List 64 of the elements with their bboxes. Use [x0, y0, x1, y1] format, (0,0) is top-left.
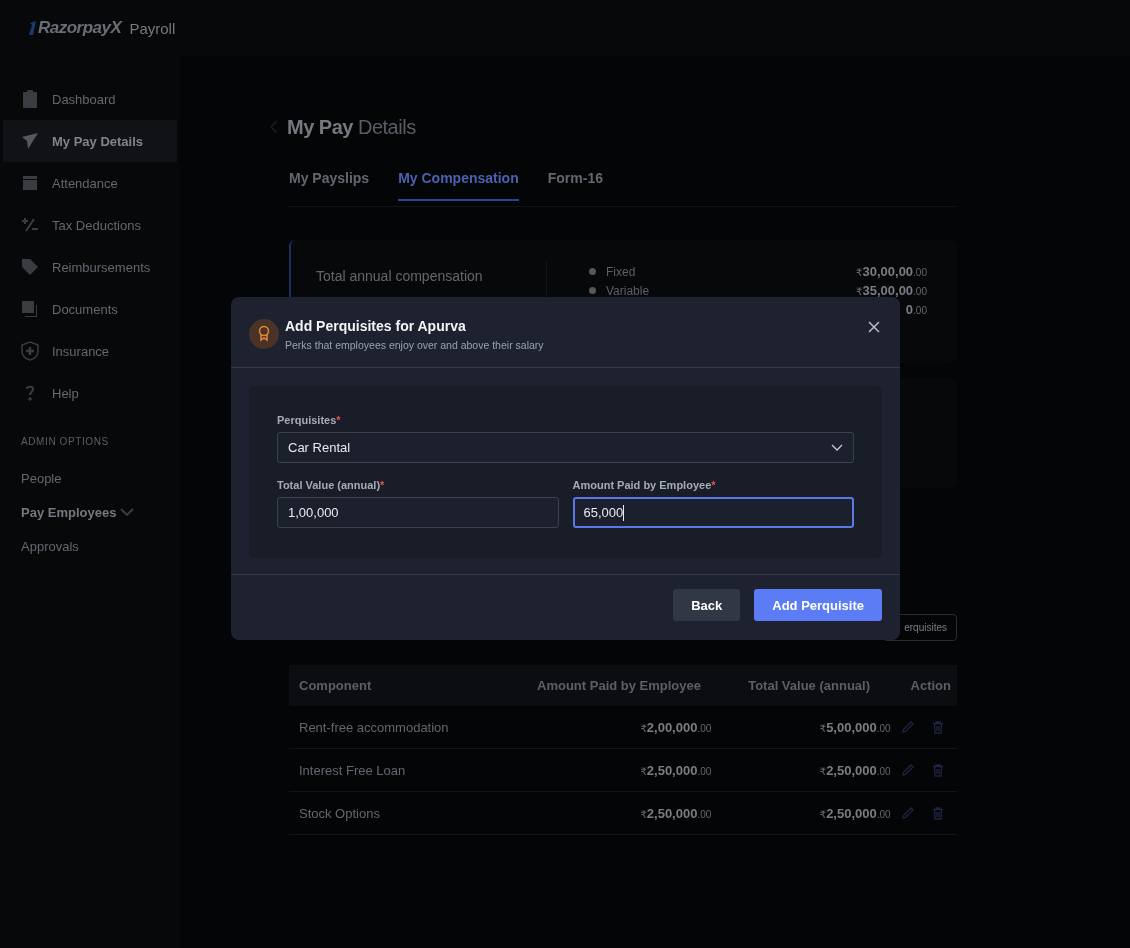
page-title: My Pay Details [287, 115, 416, 139]
sidebar-item[interactable]: Insurance [3, 330, 177, 372]
add-button[interactable]: Add Perquisite [754, 589, 882, 621]
section-heading: ADMIN OPTIONS [21, 436, 110, 447]
back-button[interactable]: Back [673, 589, 741, 621]
chevron-down-icon [831, 444, 843, 451]
bullet-dot [589, 287, 596, 294]
clipboard-icon [20, 89, 40, 109]
logo-mark-icon [26, 21, 36, 35]
sidebar-item[interactable]: Dashboard [3, 78, 177, 120]
summary-amount: 0.00 [905, 302, 927, 317]
sidebar-item[interactable]: Attendance [3, 162, 177, 204]
tab[interactable]: Form-16 [547, 166, 603, 201]
delete-icon[interactable] [931, 806, 945, 820]
table-cell-text: Rent-free accommodation [299, 719, 450, 735]
logo-text: RazorpayX [38, 18, 122, 38]
sidebar-item[interactable]: My Pay Details [3, 120, 177, 162]
column-header: Action [910, 678, 951, 693]
sidebar-item[interactable]: Documents [3, 288, 177, 330]
table-cell-text: Interest Free Loan [299, 762, 407, 778]
table-cell-text: ₹2,00,000.00 [639, 719, 712, 735]
tab[interactable]: My Payslips [289, 166, 370, 201]
sidebar-item[interactable]: Reimbursements [3, 246, 177, 288]
sidebar-item[interactable]: People [0, 461, 180, 495]
table-cell-text: ₹2,50,000.00 [639, 762, 712, 778]
table-cell-text: Stock Options [299, 805, 381, 821]
table-cell-text: ₹2,50,000.00 [818, 762, 891, 778]
shield-icon [20, 341, 40, 361]
dialog-subtitle: Perks that employees enjoy over and above their salary [285, 339, 545, 351]
product-name: Payroll [129, 19, 176, 37]
table-cell-text: ₹5,00,000.00 [818, 719, 891, 735]
perquisite-dropdown[interactable]: Car Rental [277, 432, 854, 463]
summary-amount: ₹30,00,00.00 [856, 264, 927, 279]
bullet-dot [589, 268, 596, 275]
column-header: Component [299, 678, 373, 693]
input-field[interactable]: 1,00,000 [277, 497, 559, 528]
input-field[interactable]: 65,000 [572, 497, 854, 528]
chevron-down-icon [120, 508, 135, 516]
sidebar-item[interactable]: Approvals [0, 529, 180, 563]
tab[interactable]: My Compensation [398, 166, 519, 201]
documents-icon [20, 299, 40, 319]
edit-icon[interactable] [901, 806, 915, 820]
calendar-icon [20, 173, 40, 193]
table-cell-text: ₹2,50,000.00 [818, 805, 891, 821]
sidebar-item[interactable]: Help [3, 372, 177, 414]
summary-item-label: Variable [606, 283, 650, 298]
delete-icon[interactable] [931, 763, 945, 777]
field-label: Perquisites* [277, 414, 342, 428]
table-cell-text: ₹2,50,000.00 [639, 805, 712, 821]
close-icon[interactable] [868, 321, 880, 333]
column-header: Total Value (annual) [747, 678, 870, 693]
sidebar-item[interactable]: Tax Deductions [3, 204, 177, 246]
summary-item-label: Fixed [606, 264, 636, 279]
edit-icon[interactable] [901, 763, 915, 777]
column-header: Amount Paid by Employee [536, 678, 701, 693]
summary-amount: ₹35,00,00.00 [856, 283, 927, 298]
delete-icon[interactable] [931, 720, 945, 734]
paper-plane-icon [20, 131, 40, 151]
award-icon [249, 319, 279, 349]
edit-icon[interactable] [901, 720, 915, 734]
field-label: Total Value (annual)* [277, 479, 386, 493]
tag-icon [20, 257, 40, 277]
field-label: Amount Paid by Employee* [572, 479, 717, 493]
sidebar-item[interactable]: Pay Employees [0, 495, 180, 529]
